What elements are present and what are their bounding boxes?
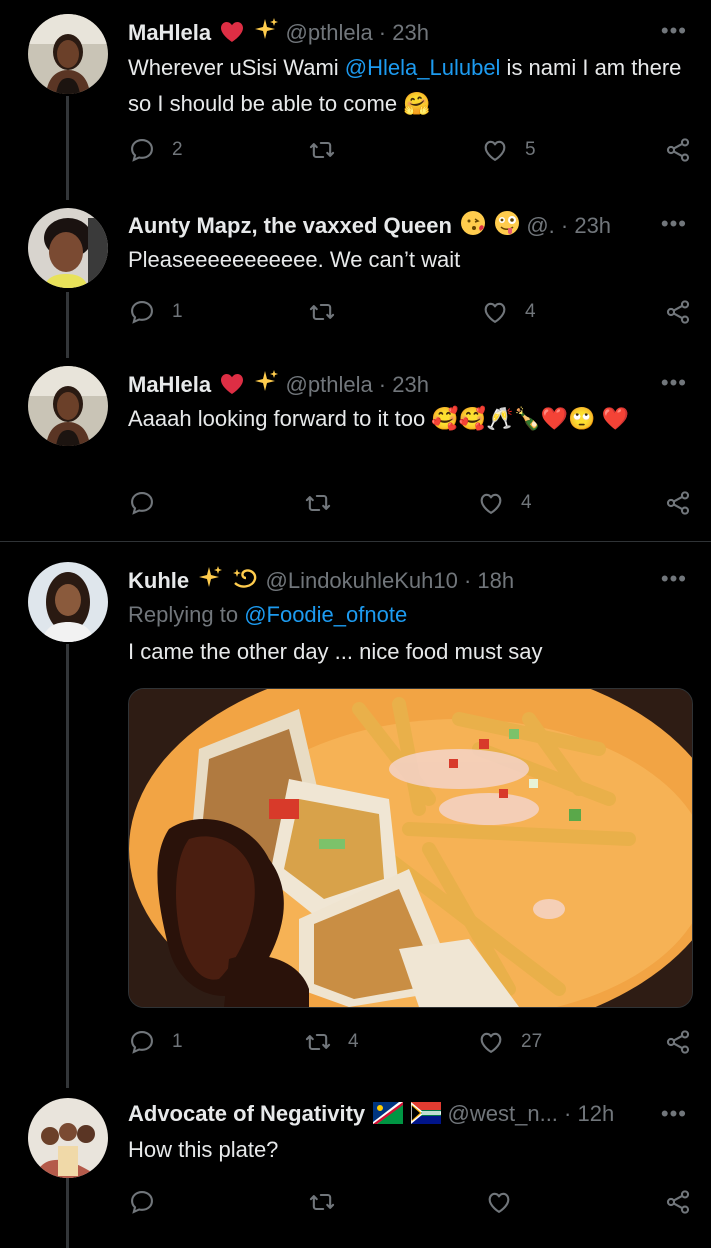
- retweet-button[interactable]: [308, 298, 352, 326]
- like-count: 5: [525, 139, 536, 160]
- display-name[interactable]: MaHlela: [128, 20, 211, 45]
- share-icon: [664, 136, 692, 164]
- mention-link[interactable]: @Hlela_Lulubel: [345, 55, 501, 80]
- dizzy-emoji: [231, 565, 259, 598]
- handle-time[interactable]: @pthlela · 23h: [286, 20, 429, 45]
- reply-count: 2: [172, 139, 183, 160]
- namibia-flag-emoji: [373, 1102, 404, 1131]
- like-icon: [481, 298, 509, 326]
- tweet-text: Pleaseeeeeeeeeee. We can’t wait: [128, 247, 461, 272]
- handle-time[interactable]: @. · 23h: [526, 213, 611, 238]
- kissing-face-emoji: [460, 210, 486, 243]
- reply-count: 1: [172, 301, 183, 322]
- avatar[interactable]: [28, 1098, 108, 1178]
- handle-time[interactable]: @LindokuhleKuh10 · 18h: [266, 568, 515, 593]
- avatar[interactable]: [28, 208, 108, 288]
- like-count: 4: [525, 301, 536, 322]
- avatar[interactable]: [28, 562, 108, 642]
- like-icon: [477, 1028, 505, 1056]
- like-icon: [481, 136, 509, 164]
- reply-icon: [128, 1188, 156, 1216]
- tweet-text-part: Wherever uSisi Wami: [128, 55, 345, 80]
- replying-to-link[interactable]: @Foodie_ofnote: [244, 602, 407, 627]
- more-icon[interactable]: •••: [661, 211, 687, 237]
- reply-icon: [128, 298, 156, 326]
- retweet-icon: [304, 489, 332, 517]
- retweet-button[interactable]: [304, 489, 348, 517]
- tweet-text: I came the other day ... nice food must …: [128, 639, 543, 664]
- share-button[interactable]: [664, 136, 692, 164]
- like-button[interactable]: 4: [477, 489, 532, 517]
- display-name[interactable]: Kuhle: [128, 568, 189, 593]
- more-icon[interactable]: •••: [661, 1101, 687, 1127]
- avatar[interactable]: [28, 14, 108, 94]
- display-name[interactable]: MaHlela: [128, 372, 211, 397]
- reply-icon: [128, 136, 156, 164]
- reply-button[interactable]: 1: [128, 1028, 183, 1056]
- share-icon: [664, 1028, 692, 1056]
- retweet-button[interactable]: [308, 1188, 352, 1216]
- reply-icon: [128, 489, 156, 517]
- share-icon: [664, 1188, 692, 1216]
- share-icon: [664, 298, 692, 326]
- tweet[interactable]: Aunty Mapz, the vaxxed Queen @. · 23h ••…: [0, 200, 711, 358]
- share-button[interactable]: [664, 489, 692, 517]
- share-button[interactable]: [664, 1028, 692, 1056]
- like-count: 27: [521, 1031, 543, 1052]
- like-count: 4: [521, 492, 532, 513]
- share-button[interactable]: [664, 1188, 692, 1216]
- share-icon: [664, 489, 692, 517]
- more-icon[interactable]: •••: [661, 18, 687, 44]
- like-icon: [477, 489, 505, 517]
- tweet-text: Wherever uSisi Wami @Hlela_Lulubel is na…: [128, 50, 683, 122]
- reply-icon: [128, 1028, 156, 1056]
- sparkles-emoji: [253, 17, 279, 50]
- heart-emoji: [219, 21, 245, 50]
- more-icon[interactable]: •••: [661, 566, 687, 592]
- retweet-button[interactable]: 4: [304, 1028, 359, 1056]
- retweet-button[interactable]: [308, 136, 352, 164]
- retweet-icon: [304, 1028, 332, 1056]
- tweet-text: How this plate?: [128, 1137, 279, 1162]
- retweet-icon: [308, 136, 336, 164]
- tweet[interactable]: MaHlela @pthlela · 23h ••• Wherever uSis…: [0, 0, 711, 200]
- retweet-count: 4: [348, 1031, 359, 1052]
- reply-button[interactable]: 1: [128, 298, 183, 326]
- share-button[interactable]: [664, 298, 692, 326]
- heart-emoji: [219, 373, 245, 402]
- reply-button[interactable]: [128, 489, 172, 517]
- tweet-text: Aaaah looking forward to it too 🥰🥰🥂🍾❤️🙄 …: [128, 406, 630, 431]
- like-button[interactable]: 5: [481, 136, 536, 164]
- like-icon: [485, 1188, 513, 1216]
- reply-button[interactable]: 2: [128, 136, 183, 164]
- like-button[interactable]: 4: [481, 298, 536, 326]
- tweet-media-image[interactable]: [128, 688, 693, 1008]
- handle-time[interactable]: @west_n... · 12h: [448, 1101, 615, 1126]
- handle-time[interactable]: @pthlela · 23h: [286, 372, 429, 397]
- tweet[interactable]: MaHlela @pthlela · 23h ••• Aaaah looking…: [0, 358, 711, 540]
- sparkles-emoji: [197, 565, 223, 598]
- display-name[interactable]: Advocate of Negativity: [128, 1101, 365, 1126]
- retweet-icon: [308, 1188, 336, 1216]
- replying-label: Replying to: [128, 602, 245, 627]
- display-name[interactable]: Aunty Mapz, the vaxxed Queen: [128, 213, 452, 238]
- like-button[interactable]: [485, 1188, 529, 1216]
- like-button[interactable]: 27: [477, 1028, 542, 1056]
- reply-button[interactable]: [128, 1188, 172, 1216]
- avatar[interactable]: [28, 366, 108, 446]
- zany-face-emoji: [494, 210, 520, 243]
- sparkles-emoji: [253, 369, 279, 402]
- south-africa-flag-emoji: [410, 1101, 443, 1131]
- reply-count: 1: [172, 1031, 183, 1052]
- more-icon[interactable]: •••: [661, 370, 687, 396]
- tweet[interactable]: Advocate of Negativity @west_n... · 12h …: [0, 1088, 711, 1248]
- retweet-icon: [308, 298, 336, 326]
